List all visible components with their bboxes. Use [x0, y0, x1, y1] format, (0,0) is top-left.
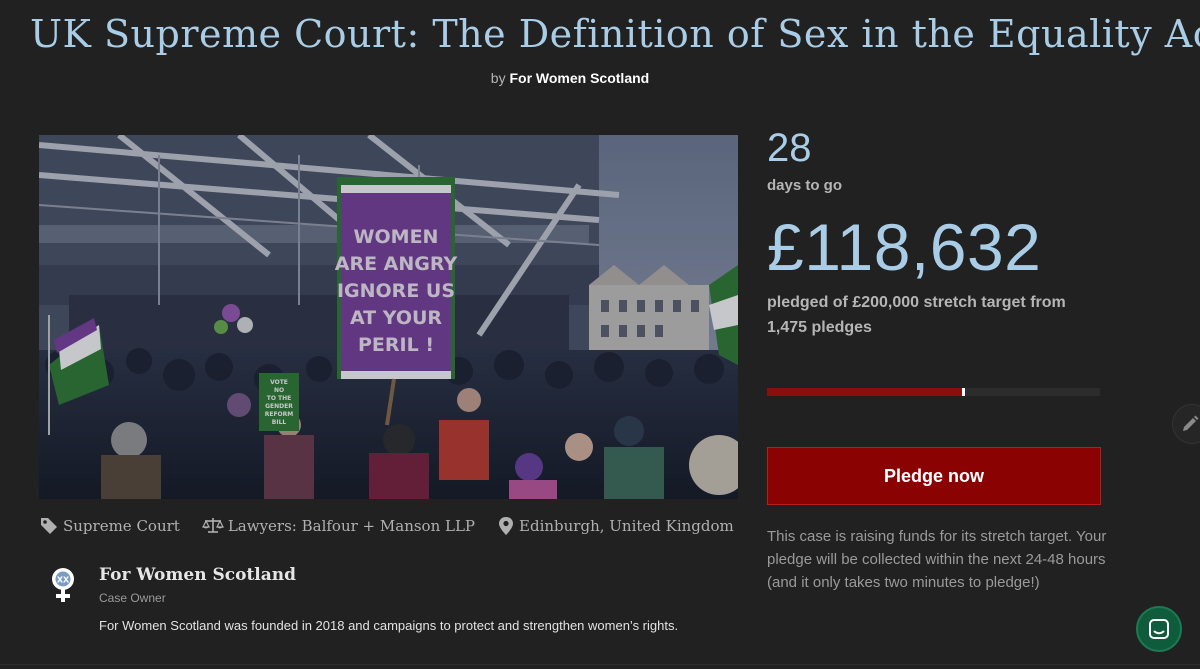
- funding-stats: 28 days to go £118,632 pledged of £200,0…: [767, 125, 1107, 340]
- funding-progress-fill: [767, 388, 966, 396]
- page-title: UK Supreme Court: The Definition of Sex …: [30, 12, 1200, 56]
- meta-lawyers-label: Lawyers: Balfour + Manson LLP: [227, 517, 476, 535]
- venus-xx-icon: XX: [52, 568, 74, 602]
- scales-icon: [201, 518, 224, 533]
- days-remaining-number: 28: [767, 126, 812, 170]
- byline: by For Women Scotland: [0, 70, 1140, 86]
- tag-icon: [41, 518, 57, 534]
- campaign-meta: Supreme Court Lawyers: Balfour + Manson …: [39, 516, 756, 536]
- meta-location[interactable]: Edinburgh, United Kingdom: [497, 516, 734, 536]
- pencil-icon: [1183, 415, 1199, 431]
- edit-button[interactable]: [1172, 404, 1200, 444]
- pledged-description: pledged of £200,000 stretch target from …: [767, 290, 1097, 340]
- meta-lawyers[interactable]: Lawyers: Balfour + Manson LLP: [201, 516, 476, 536]
- byline-org-link[interactable]: For Women Scotland: [509, 70, 649, 86]
- pledge-now-button[interactable]: Pledge now: [767, 447, 1101, 505]
- byline-prefix: by: [490, 70, 506, 86]
- owner-name[interactable]: For Women Scotland: [99, 565, 296, 585]
- owner-role: Case Owner: [99, 591, 166, 605]
- meta-location-label: Edinburgh, United Kingdom: [519, 517, 734, 535]
- chat-icon: [1149, 619, 1169, 639]
- funding-progress-marker: [962, 388, 966, 396]
- pledged-line-1: pledged of £200,000 stretch target from: [767, 294, 1066, 311]
- pledged-line-2: 1,475 pledges: [767, 319, 872, 336]
- campaign-hero-image: WOMEN ARE ANGRY IGNORE US AT YOUR PERIL …: [39, 135, 738, 499]
- chat-button[interactable]: [1136, 606, 1182, 652]
- pledge-info-text: This case is raising funds for its stret…: [767, 528, 1107, 591]
- meta-category[interactable]: Supreme Court: [39, 516, 180, 536]
- days-remaining-label: days to go: [767, 177, 843, 194]
- amount-pledged: £118,632: [767, 210, 1042, 284]
- footer-divider: [0, 664, 1200, 665]
- svg-text:XX: XX: [57, 576, 70, 585]
- funding-progress-bar: [767, 388, 1100, 396]
- meta-category-label: Supreme Court: [63, 517, 180, 535]
- location-pin-icon: [499, 517, 514, 535]
- owner-description: For Women Scotland was founded in 2018 a…: [99, 618, 679, 633]
